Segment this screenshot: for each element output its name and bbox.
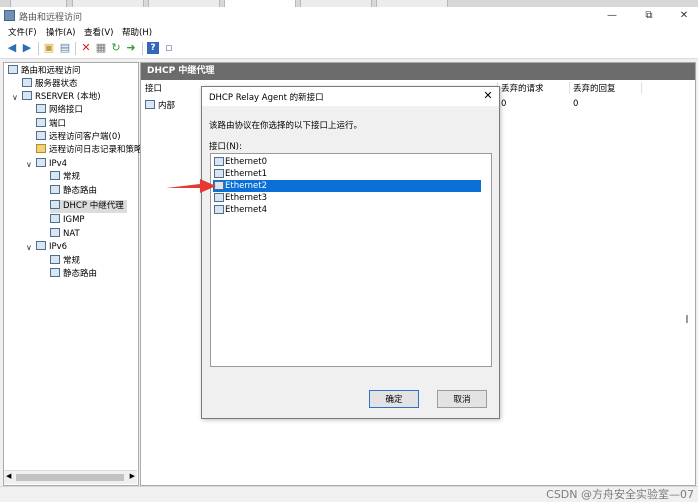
client-icon (36, 131, 46, 140)
route-icon (50, 268, 60, 277)
dialog-description: 该路由协议在你选择的以下接口上运行。 (209, 121, 363, 131)
toolbar-divider (75, 42, 76, 55)
column-dropped-requests[interactable]: 丢弃的请求 (501, 82, 544, 94)
maximize-button[interactable]: ⧉ (637, 8, 661, 24)
network-adapter-icon (214, 157, 224, 166)
dialog-title-bar: DHCP Relay Agent 的新接口 ✕ (202, 87, 499, 106)
general-icon (50, 171, 60, 180)
list-item-ethernet4[interactable]: Ethernet4 (213, 204, 481, 216)
details-header: DHCP 中继代理 (141, 63, 695, 80)
column-interface[interactable]: 接口 (145, 82, 162, 94)
tree-node-ipv4-static-routes[interactable]: 静态路由 (50, 185, 97, 198)
export-icon[interactable]: ➜ (125, 42, 137, 54)
folder-icon (36, 144, 46, 153)
network-icon (36, 104, 46, 113)
server-icon (22, 91, 32, 100)
delete-icon[interactable]: ✕ (80, 42, 92, 54)
list-item-ethernet3[interactable]: Ethernet3 (213, 192, 481, 204)
show-tree-icon[interactable]: ▤ (59, 42, 71, 54)
red-arrow-icon (166, 179, 216, 193)
tree-node-nat[interactable]: NAT (50, 228, 80, 241)
browser-tab-strip (0, 0, 698, 8)
refresh-icon[interactable]: ↻ (110, 42, 122, 54)
forward-arrow-icon[interactable]: ▶ (21, 42, 33, 54)
menu-bar: 文件(F) 操作(A) 查看(V) 帮助(H) (0, 25, 698, 39)
details-vertical-scrollbar[interactable] (686, 62, 694, 484)
route-icon (50, 185, 60, 194)
tree-node-dhcp-relay[interactable]: DHCP 中继代理 (50, 200, 127, 213)
scroll-thumb[interactable] (686, 315, 688, 323)
dropped-requests-value: 0 (501, 99, 507, 109)
port-icon (36, 118, 46, 127)
scroll-left-icon[interactable]: ◀ (6, 472, 11, 480)
back-arrow-icon[interactable]: ◀ (6, 42, 18, 54)
toolbar-divider (38, 42, 39, 55)
tree-node-ipv4-general[interactable]: 常规 (50, 171, 80, 184)
protocol-icon (36, 241, 46, 250)
column-dropped-replies[interactable]: 丢弃的回复 (573, 82, 616, 94)
relay-icon (50, 200, 60, 209)
protocol-icon (36, 158, 46, 167)
tree-node-ipv6[interactable]: IPv6 (36, 241, 67, 254)
dialog-title: DHCP Relay Agent 的新接口 (209, 93, 324, 103)
help-icon[interactable]: ? (147, 42, 159, 54)
properties-icon[interactable]: ▦ (95, 42, 107, 54)
toolbar-divider (142, 42, 143, 55)
dropped-replies-value: 0 (573, 99, 579, 109)
minimize-button[interactable]: — (600, 8, 624, 24)
scroll-thumb[interactable] (16, 474, 124, 481)
collapse-chevron-icon[interactable]: ∨ (26, 241, 32, 254)
interface-icon (145, 100, 155, 109)
tree-horizontal-scrollbar[interactable]: ◀ ▶ (4, 470, 137, 484)
column-divider (641, 82, 642, 94)
interface-list[interactable]: Ethernet0 Ethernet1 Ethernet2 Ethernet3 … (210, 153, 492, 367)
igmp-icon (50, 214, 60, 223)
cancel-button[interactable]: 取消 (437, 390, 487, 408)
close-button[interactable]: ✕ (672, 8, 696, 24)
nat-icon (50, 228, 60, 237)
title-bar: 路由和远程访问 — ⧉ ✕ (0, 7, 698, 26)
interface-list-label: 接口(N): (209, 142, 242, 152)
list-item-ethernet2[interactable]: Ethernet2 (213, 180, 481, 192)
tree-node-server-status[interactable]: 服务器状态 (22, 78, 78, 91)
list-item-ethernet1[interactable]: Ethernet1 (213, 168, 481, 180)
menu-file[interactable]: 文件(F) (8, 26, 37, 38)
app-icon (4, 10, 15, 21)
server-icon (8, 65, 18, 74)
table-row[interactable]: 内部 (145, 99, 175, 111)
column-divider (569, 82, 570, 94)
list-item-ethernet0[interactable]: Ethernet0 (213, 156, 481, 168)
dialog-close-icon[interactable]: ✕ (481, 89, 495, 102)
tree-node-network-interfaces[interactable]: 网络接口 (36, 104, 83, 117)
tree-node-remote-clients[interactable]: 远程访问客户端(0) (36, 131, 121, 144)
tree-node-ipv6-general[interactable]: 常规 (50, 255, 80, 268)
collapse-chevron-icon[interactable]: ∨ (26, 158, 32, 171)
window-title: 路由和远程访问 (19, 13, 83, 23)
ok-button[interactable]: 确定 (369, 390, 419, 408)
menu-action[interactable]: 操作(A) (46, 26, 75, 38)
scroll-right-icon[interactable]: ▶ (130, 472, 135, 480)
tree-node-rserver[interactable]: RSERVER (本地) (22, 91, 101, 104)
tree-pane: 路由和远程访问 服务器状态 ∨ RSERVER (本地) 网络接口 端口 远程访… (3, 62, 143, 486)
tree-node-ipv4[interactable]: IPv4 (36, 158, 67, 171)
network-adapter-icon (214, 205, 224, 214)
server-status-icon (22, 78, 32, 87)
tree-node-routing[interactable]: 路由和远程访问 (8, 65, 81, 78)
tree-node-ports[interactable]: 端口 (36, 118, 66, 131)
menu-view[interactable]: 查看(V) (84, 26, 113, 38)
console-icon[interactable]: ▫ (163, 42, 175, 54)
up-folder-icon[interactable]: ▣ (43, 42, 55, 54)
general-icon (50, 255, 60, 264)
collapse-chevron-icon[interactable]: ∨ (12, 91, 18, 104)
status-bar: CSDN @方舟安全实验室—07 (0, 486, 698, 501)
menu-help[interactable]: 帮助(H) (122, 26, 152, 38)
new-interface-dialog: DHCP Relay Agent 的新接口 ✕ 该路由协议在你选择的以下接口上运… (201, 86, 500, 419)
tree-node-igmp[interactable]: IGMP (50, 214, 85, 227)
tree-node-ipv6-static-routes[interactable]: 静态路由 (50, 268, 97, 281)
tree-node-remote-logging[interactable]: 远程访问日志记录和策略 (36, 144, 143, 157)
toolbar: ◀ ▶ ▣ ▤ ✕ ▦ ↻ ➜ ? ▫ (0, 39, 698, 59)
